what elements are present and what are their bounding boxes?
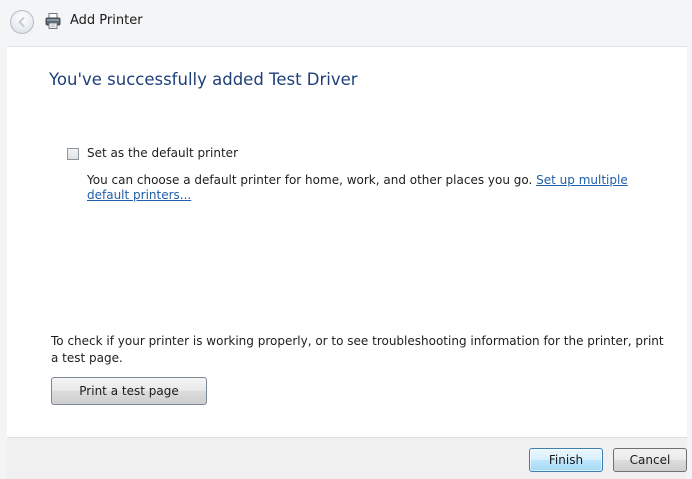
back-button[interactable] [10,10,34,34]
test-page-info: To check if your printer is working prop… [51,334,664,365]
back-arrow-icon [18,17,25,27]
page-heading: You've successfully added Test Driver [49,70,358,89]
default-printer-label[interactable]: Set as the default printer [87,146,238,160]
default-printer-checkbox[interactable] [67,148,79,160]
description-text: You can choose a default printer for hom… [87,173,533,187]
window-title: Add Printer [70,13,143,28]
wizard-content: You've successfully added Test Driver Se… [7,46,687,438]
finish-button[interactable]: Finish [529,448,603,472]
title-bar: Add Printer [0,0,692,46]
cancel-button[interactable]: Cancel [613,448,687,472]
print-test-page-button[interactable]: Print a test page [51,377,207,405]
wizard-footer: Finish Cancel [7,437,687,479]
default-printer-description: You can choose a default printer for hom… [87,173,657,203]
printer-icon [45,13,61,29]
